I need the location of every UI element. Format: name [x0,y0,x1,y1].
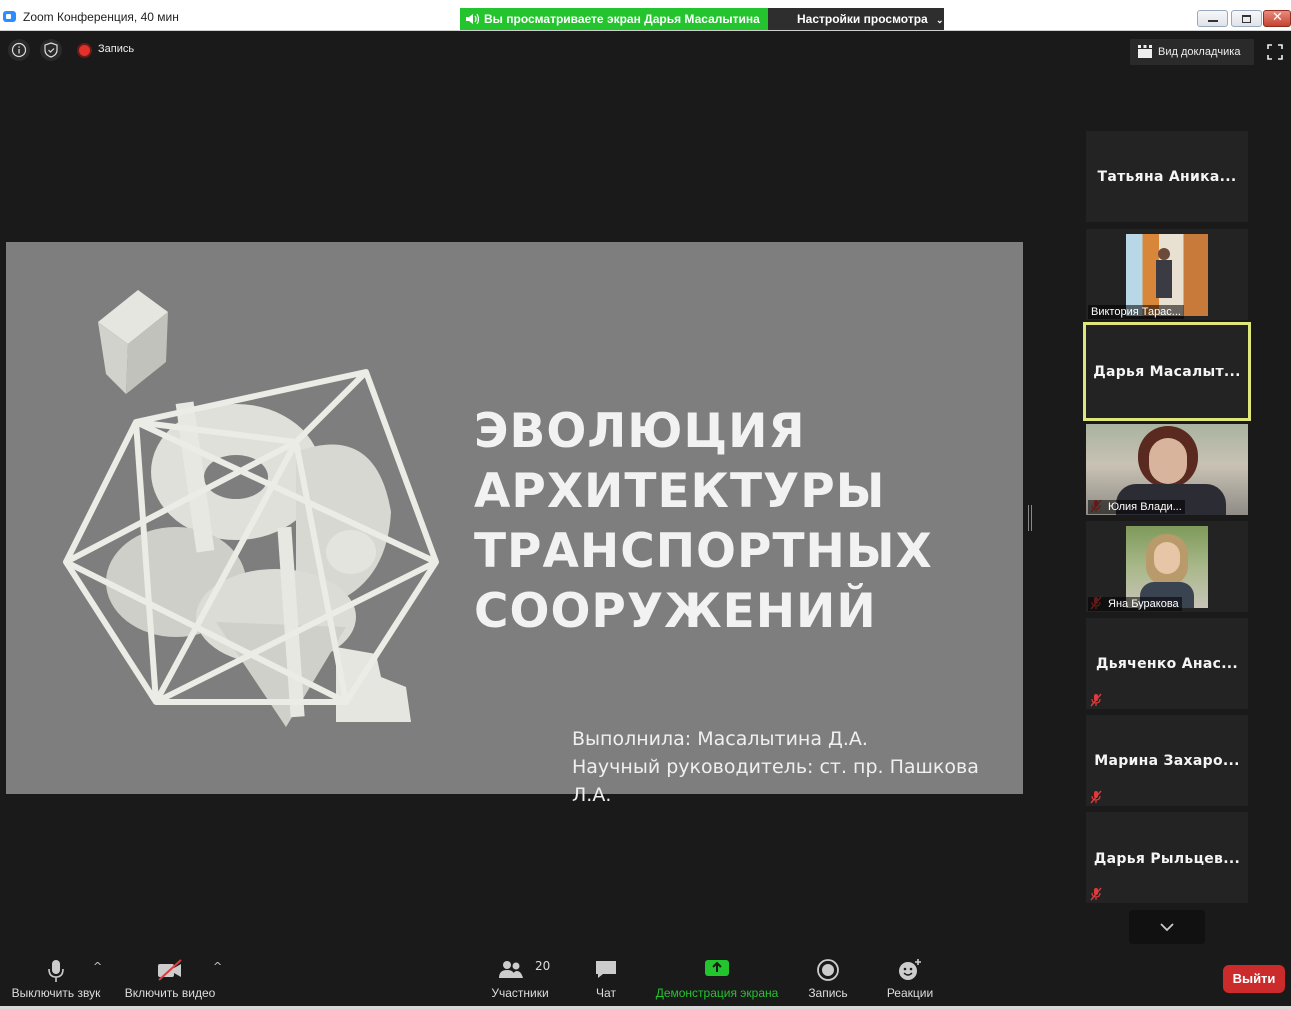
speaker-view-icon [1138,45,1152,58]
participant-tile[interactable]: Марина Захаро... [1086,715,1248,806]
chevron-down-icon: ⌄ [936,15,944,25]
slide-title-line: ТРАНСПОРТНЫХ [474,524,933,579]
minimize-button[interactable] [1197,10,1228,27]
participant-name: Виктория Тарас... [1088,305,1184,319]
chat-label: Чат [596,986,616,1000]
share-banner-text: Вы просматриваете экран Дарья Масалытина [484,12,760,26]
muted-mic-icon [1090,790,1102,804]
slide-title-line: СООРУЖЕНИЙ [474,584,877,639]
shared-screen-slide: ЭВОЛЮЦИЯ АРХИТЕКТУРЫ ТРАНСПОРТНЫХ СООРУЖ… [6,242,1023,806]
window-titlebar: Zoom Конференция, 40 мин Вы просматривае… [0,0,1291,31]
video-off-icon [158,959,182,981]
fullscreen-button[interactable] [1266,43,1284,61]
architecture-sculpture-image [63,290,439,727]
chat-icon [596,961,616,978]
minimize-icon [1208,20,1218,22]
microphone-icon [48,960,64,982]
record-button[interactable]: Запись [800,950,856,1009]
muted-mic-icon [1090,693,1102,707]
slide-credits: Выполнила: Масалытина Д.А. Научный руков… [572,725,1023,809]
participant-tile[interactable]: Дьяченко Анас... [1086,618,1248,709]
participant-tile-active-speaker[interactable]: Дарья Масалыт... [1083,322,1251,421]
participants-count: 20 [535,959,551,973]
participant-name: Юлия Влади... [1088,500,1185,514]
participant-name: Татьяна Аника... [1097,169,1237,185]
participants-icon [499,961,523,978]
speaker-icon [466,13,479,25]
leave-meeting-button[interactable]: Выйти [1223,965,1285,993]
chat-button[interactable]: Чат [586,950,626,1009]
restore-icon [1242,15,1251,23]
participant-tile[interactable]: Яна Буракова [1086,521,1248,612]
security-button[interactable] [40,39,62,61]
participant-tile[interactable]: Виктория Тарас... [1086,229,1248,320]
recording-indicator [79,45,90,56]
meeting-info-button[interactable] [8,39,30,61]
participant-name: Дьяченко Анас... [1095,656,1239,672]
participant-name: Марина Захаро... [1094,753,1240,769]
mute-label: Выключить звук [11,986,101,1000]
audio-options-caret[interactable]: ^ [93,960,102,973]
reaction-emoji-icon [899,959,921,980]
slide-title: ЭВОЛЮЦИЯ АРХИТЕКТУРЫ ТРАНСПОРТНЫХ СООРУЖ… [474,402,933,642]
participant-video [1126,526,1208,608]
reactions-label: Реакции [886,986,934,1000]
record-label: Запись [808,986,848,1000]
muted-mic-icon [1090,887,1102,901]
mute-button[interactable]: Выключить звук [6,950,106,1009]
speaker-view-button[interactable]: Вид докладчика [1130,39,1254,65]
view-settings-dropdown[interactable]: Настройки просмотра ⌄ [768,8,944,30]
slide-supervisor: Научный руководитель: ст. пр. Пашкова Л.… [572,756,979,806]
chevron-down-icon [1160,923,1174,932]
share-screen-button[interactable]: Демонстрация экрана [650,950,784,1009]
slide-title-line: АРХИТЕКТУРЫ [474,464,886,519]
share-screen-icon [705,960,729,976]
participant-tile[interactable]: Юлия Влади... [1086,424,1248,515]
view-settings-label: Настройки просмотра [797,12,928,26]
scroll-participants-down-button[interactable] [1129,910,1205,944]
participant-tile[interactable]: Татьяна Аника... [1086,131,1248,222]
close-button[interactable]: ✕ [1263,10,1291,27]
panel-resize-handle[interactable] [1028,505,1032,531]
recording-label: Запись [98,43,135,55]
window-title: Zoom Конференция, 40 мин [23,10,179,24]
zoom-app-icon [3,11,16,22]
slide-title-line: ЭВОЛЮЦИЯ [474,404,806,459]
slide-author: Выполнила: Масалытина Д.А. [572,728,868,750]
participants-label: Участники [491,986,549,1000]
video-label: Включить видео [124,986,216,1000]
record-icon [817,959,839,981]
meeting-toolbar: Выключить звук ^ Включить видео ^ Участн… [0,950,1291,1009]
speaker-view-label: Вид докладчика [1158,46,1241,58]
shield-icon [44,42,58,58]
participant-tile[interactable]: Дарья Рыльцев... [1086,812,1248,903]
share-screen-label: Демонстрация экрана [655,986,779,1000]
participant-name: Яна Буракова [1088,597,1182,611]
reactions-button[interactable]: Реакции [880,950,940,1009]
info-icon [11,42,27,58]
participant-name: Дарья Рыльцев... [1093,851,1241,867]
fullscreen-icon [1267,44,1283,60]
screen-share-banner: Вы просматриваете экран Дарья Масалытина [460,8,768,30]
start-video-button[interactable]: Включить видео [120,950,220,1009]
video-options-caret[interactable]: ^ [213,960,222,973]
participant-video [1126,234,1208,316]
maximize-button[interactable] [1231,10,1262,27]
close-icon: ✕ [1272,10,1283,25]
participant-name: Дарья Масалыт... [1093,364,1241,380]
